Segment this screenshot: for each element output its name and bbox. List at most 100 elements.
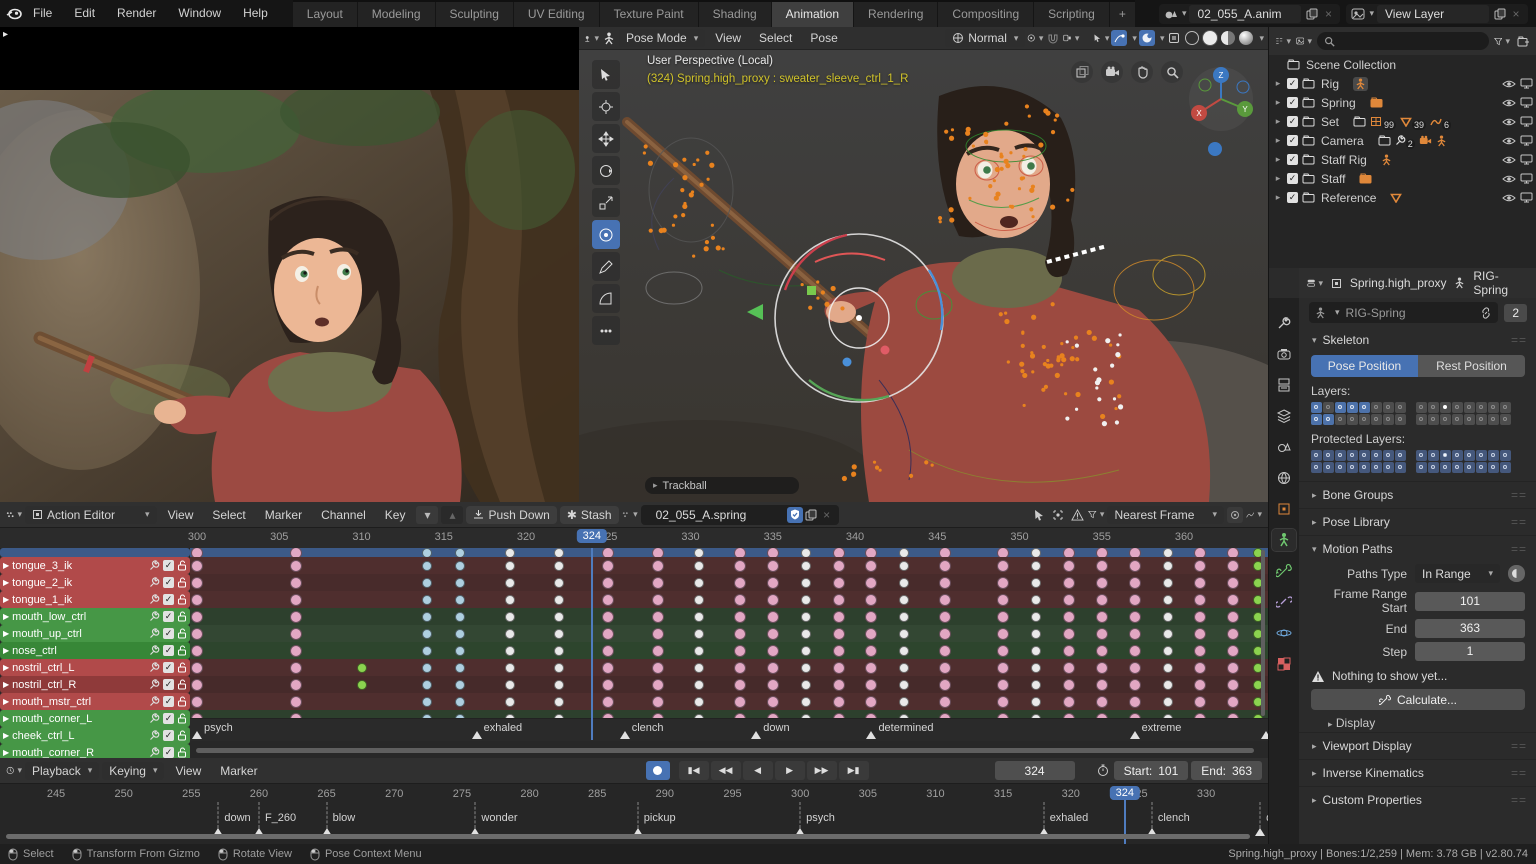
keyframe[interactable]: [939, 644, 952, 657]
pan-hand-icon[interactable]: [1131, 61, 1153, 83]
workspace-tab-modeling[interactable]: Modeling: [357, 2, 436, 27]
keyframe[interactable]: [1162, 662, 1173, 673]
layer-cell[interactable]: [1428, 402, 1439, 413]
keyframe[interactable]: [1128, 661, 1141, 674]
protected-layers-grid[interactable]: [1299, 448, 1536, 475]
scene-name[interactable]: 02_055_A.anim: [1189, 4, 1302, 23]
tab-texture[interactable]: [1272, 653, 1296, 675]
keyframe[interactable]: [422, 594, 433, 605]
modifier-wrench-icon[interactable]: [149, 577, 160, 588]
keyframe[interactable]: [693, 611, 704, 622]
move-up-icon[interactable]: ▴: [441, 505, 464, 524]
channel-enable-checkbox[interactable]: ✓: [163, 577, 174, 588]
keyframe-row-mouth_low_ctrl[interactable]: [190, 608, 1268, 625]
disable-viewport-icon[interactable]: [1520, 78, 1533, 89]
layer-cell[interactable]: [1347, 450, 1358, 461]
keyframe[interactable]: [899, 611, 910, 622]
layer-cell[interactable]: [1488, 414, 1499, 425]
layer-cell[interactable]: [1416, 402, 1427, 413]
keyframe[interactable]: [1095, 627, 1108, 640]
marker-label-exhaled[interactable]: exhaled: [1050, 812, 1089, 824]
keyframe[interactable]: [733, 610, 746, 623]
layer-cell[interactable]: [1428, 462, 1439, 473]
keyframe[interactable]: [289, 695, 302, 708]
modifier-wrench-icon[interactable]: [149, 747, 160, 758]
layer-cell[interactable]: [1347, 462, 1358, 473]
modifier-wrench-icon[interactable]: [149, 679, 160, 690]
keyframe[interactable]: [832, 559, 845, 572]
keyframe[interactable]: [1095, 644, 1108, 657]
keyframe[interactable]: [939, 610, 952, 623]
outliner-row-camera[interactable]: ▸ ✓ Camera 2: [1269, 131, 1536, 150]
modifier-wrench-icon[interactable]: [149, 662, 160, 673]
keyframe[interactable]: [651, 644, 664, 657]
menu-window[interactable]: Window: [167, 0, 232, 27]
channel-enable-checkbox[interactable]: ✓: [163, 747, 174, 758]
keyframe-row-nostril_ctrl_R[interactable]: [190, 676, 1268, 693]
layer-cell[interactable]: [1488, 402, 1499, 413]
view-layer-selector[interactable]: ▾ View Layer ×: [1346, 3, 1528, 24]
disable-viewport-icon[interactable]: [1520, 116, 1533, 127]
keyframe[interactable]: [422, 679, 433, 690]
keyframe[interactable]: [1030, 594, 1041, 605]
keyframe[interactable]: [939, 695, 952, 708]
keyframe[interactable]: [832, 576, 845, 589]
channel-tongue_1_ik[interactable]: ▶ tongue_1_ik ✓: [0, 591, 190, 608]
keyframe[interactable]: [693, 560, 704, 571]
workspace-tab-layout[interactable]: Layout: [292, 2, 358, 27]
expand-arrow-icon[interactable]: ▶: [3, 595, 9, 604]
marker-label-clench[interactable]: clench: [632, 722, 664, 734]
keyframe[interactable]: [832, 644, 845, 657]
tab-physics[interactable]: [1272, 622, 1296, 644]
unlock-icon[interactable]: [177, 747, 187, 758]
unlock-icon[interactable]: [177, 645, 187, 656]
layer-cell[interactable]: [1347, 414, 1358, 425]
channel-enable-checkbox[interactable]: ✓: [163, 696, 174, 707]
keyframe[interactable]: [289, 593, 302, 606]
menu-key[interactable]: Key: [377, 506, 414, 524]
layer-cell[interactable]: [1440, 402, 1451, 413]
keyframe[interactable]: [1194, 695, 1207, 708]
cursor-tool[interactable]: [592, 92, 620, 121]
tab-output[interactable]: [1272, 374, 1296, 396]
layer-cell[interactable]: [1359, 402, 1370, 413]
expand-arrow-icon[interactable]: ▶: [3, 748, 9, 757]
keyframe[interactable]: [899, 645, 910, 656]
keyframe[interactable]: [1227, 576, 1240, 589]
layer-cell[interactable]: [1500, 402, 1511, 413]
keyframe[interactable]: [191, 559, 203, 572]
horizontal-scrollbar[interactable]: [196, 748, 1254, 753]
copy-icon[interactable]: [1492, 6, 1508, 22]
layer-cell[interactable]: [1452, 414, 1463, 425]
transform-orientation[interactable]: Normal ▾: [945, 29, 1026, 47]
panel-bone-groups[interactable]: ▸ Bone Groups ==: [1299, 481, 1536, 508]
keyframe[interactable]: [1095, 576, 1108, 589]
keyframe[interactable]: [832, 627, 845, 640]
keyframe[interactable]: [602, 593, 615, 606]
channel-tongue_3_ik[interactable]: ▶ tongue_3_ik ✓: [0, 557, 190, 574]
keyframe[interactable]: [899, 662, 910, 673]
keyframe[interactable]: [939, 678, 952, 691]
stash-button[interactable]: ✱ Stash: [559, 505, 619, 524]
keyframe[interactable]: [1030, 560, 1041, 571]
keyframe[interactable]: [1162, 594, 1173, 605]
fake-user-shield-icon[interactable]: [786, 506, 803, 523]
copy-icon[interactable]: [803, 507, 819, 523]
menu-edit[interactable]: Edit: [63, 0, 106, 27]
keyframe[interactable]: [1128, 695, 1141, 708]
keyframe[interactable]: [1062, 661, 1075, 674]
unlock-icon[interactable]: [177, 594, 187, 605]
keyframe[interactable]: [1030, 662, 1041, 673]
tab-view-layer[interactable]: [1272, 405, 1296, 427]
keyframe[interactable]: [832, 661, 845, 674]
workspace-tab-texture-paint[interactable]: Texture Paint: [599, 2, 699, 27]
unlock-icon[interactable]: [177, 679, 187, 690]
panel-motion-paths[interactable]: ▾ Motion Paths ==: [1299, 535, 1536, 562]
keyframe[interactable]: [191, 576, 203, 589]
modifier-wrench-icon[interactable]: [149, 696, 160, 707]
layer-cell[interactable]: [1464, 450, 1475, 461]
keyframe[interactable]: [939, 661, 952, 674]
end-frame-field[interactable]: End: 363: [1191, 761, 1262, 780]
copy-icon[interactable]: [1304, 6, 1320, 22]
expand-arrow-icon[interactable]: ▸: [1273, 78, 1283, 89]
